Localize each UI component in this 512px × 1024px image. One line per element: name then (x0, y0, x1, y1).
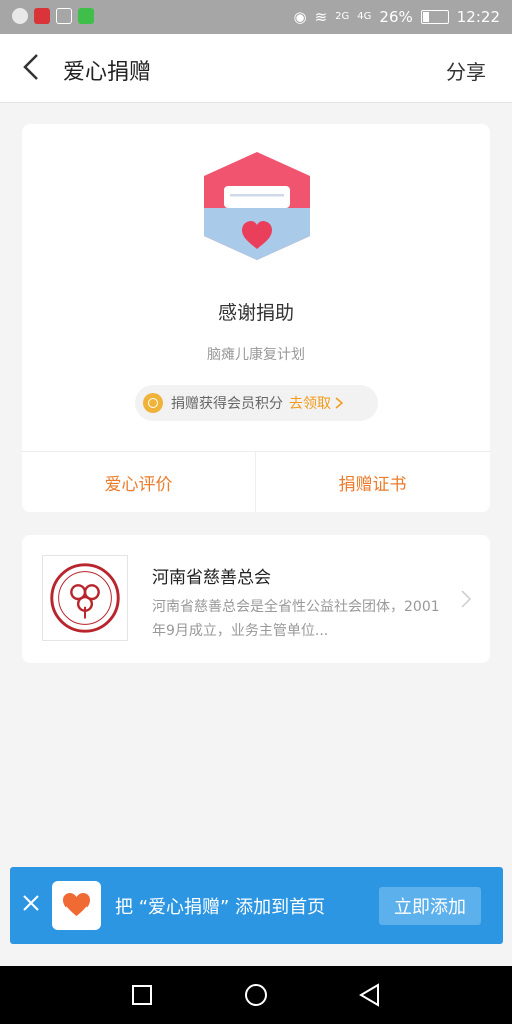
chevron-right-icon (335, 397, 344, 409)
add-to-home-banner: 把 “爱心捐赠” 添加到首页 立即添加 (10, 867, 503, 944)
signal-4g: 4G (357, 11, 372, 22)
promo-text: 把 “爱心捐赠” 添加到首页 (115, 897, 326, 918)
claim-points-link[interactable]: 去领取 (289, 393, 331, 413)
hand-heart-icon (63, 893, 90, 918)
status-indicators: ◉ ≋ 2G 4G 26% 12:22 (294, 7, 501, 27)
recent-apps-icon[interactable] (128, 981, 156, 1009)
nav-bar: 爱心捐赠 分享 (0, 34, 512, 103)
organization-card[interactable]: 河南省慈善总会 河南省慈善总会是全省性公益社会团体，2001年9月成立，业务主管… (22, 535, 490, 663)
wallet-app-icon (78, 8, 94, 24)
back-triangle-icon[interactable] (356, 981, 384, 1009)
add-now-button[interactable]: 立即添加 (379, 887, 481, 925)
organization-description: 河南省慈善总会是全省性公益社会团体，2001年9月成立，业务主管单位... (152, 599, 440, 639)
back-arrow-icon[interactable] (18, 52, 48, 82)
points-text: 捐赠获得会员积分 (171, 396, 283, 412)
bank-app-icon (34, 8, 50, 24)
love-review-button[interactable]: 爱心评价 (22, 452, 255, 512)
message-icon (12, 8, 28, 24)
signal-2g: 2G (335, 11, 350, 22)
charity-federation-logo (42, 555, 128, 641)
thanks-card: 感谢捐助 脑瘫儿康复计划 捐赠获得会员积分 去领取 爱心评价 捐赠证书 (22, 124, 490, 512)
system-nav-bar (0, 966, 512, 1024)
donation-certificate-button[interactable]: 捐赠证书 (256, 452, 489, 512)
battery-percent: 26% (379, 8, 413, 26)
status-bar: ◉ ≋ 2G 4G 26% 12:22 (0, 0, 512, 34)
claim-points-pill[interactable]: 捐赠获得会员积分 去领取 (135, 385, 378, 421)
chevron-right-icon (461, 590, 472, 608)
donation-heart-icon (204, 152, 310, 260)
clock: 12:22 (456, 8, 500, 26)
eye-icon: ◉ (293, 8, 307, 26)
close-icon[interactable] (22, 894, 40, 912)
organization-name: 河南省慈善总会 (152, 568, 271, 588)
points-coin-icon (143, 393, 163, 413)
translate-icon (56, 8, 72, 24)
share-button[interactable]: 分享 (446, 56, 486, 85)
home-icon[interactable] (242, 981, 270, 1009)
wifi-icon: ≋ (314, 8, 328, 26)
app-icon (52, 881, 101, 930)
notification-icons (12, 8, 94, 24)
battery-icon (420, 10, 449, 24)
thanks-title: 感谢捐助 (217, 302, 294, 324)
page-title: 爱心捐赠 (63, 60, 152, 85)
project-name: 脑瘫儿康复计划 (207, 347, 305, 363)
